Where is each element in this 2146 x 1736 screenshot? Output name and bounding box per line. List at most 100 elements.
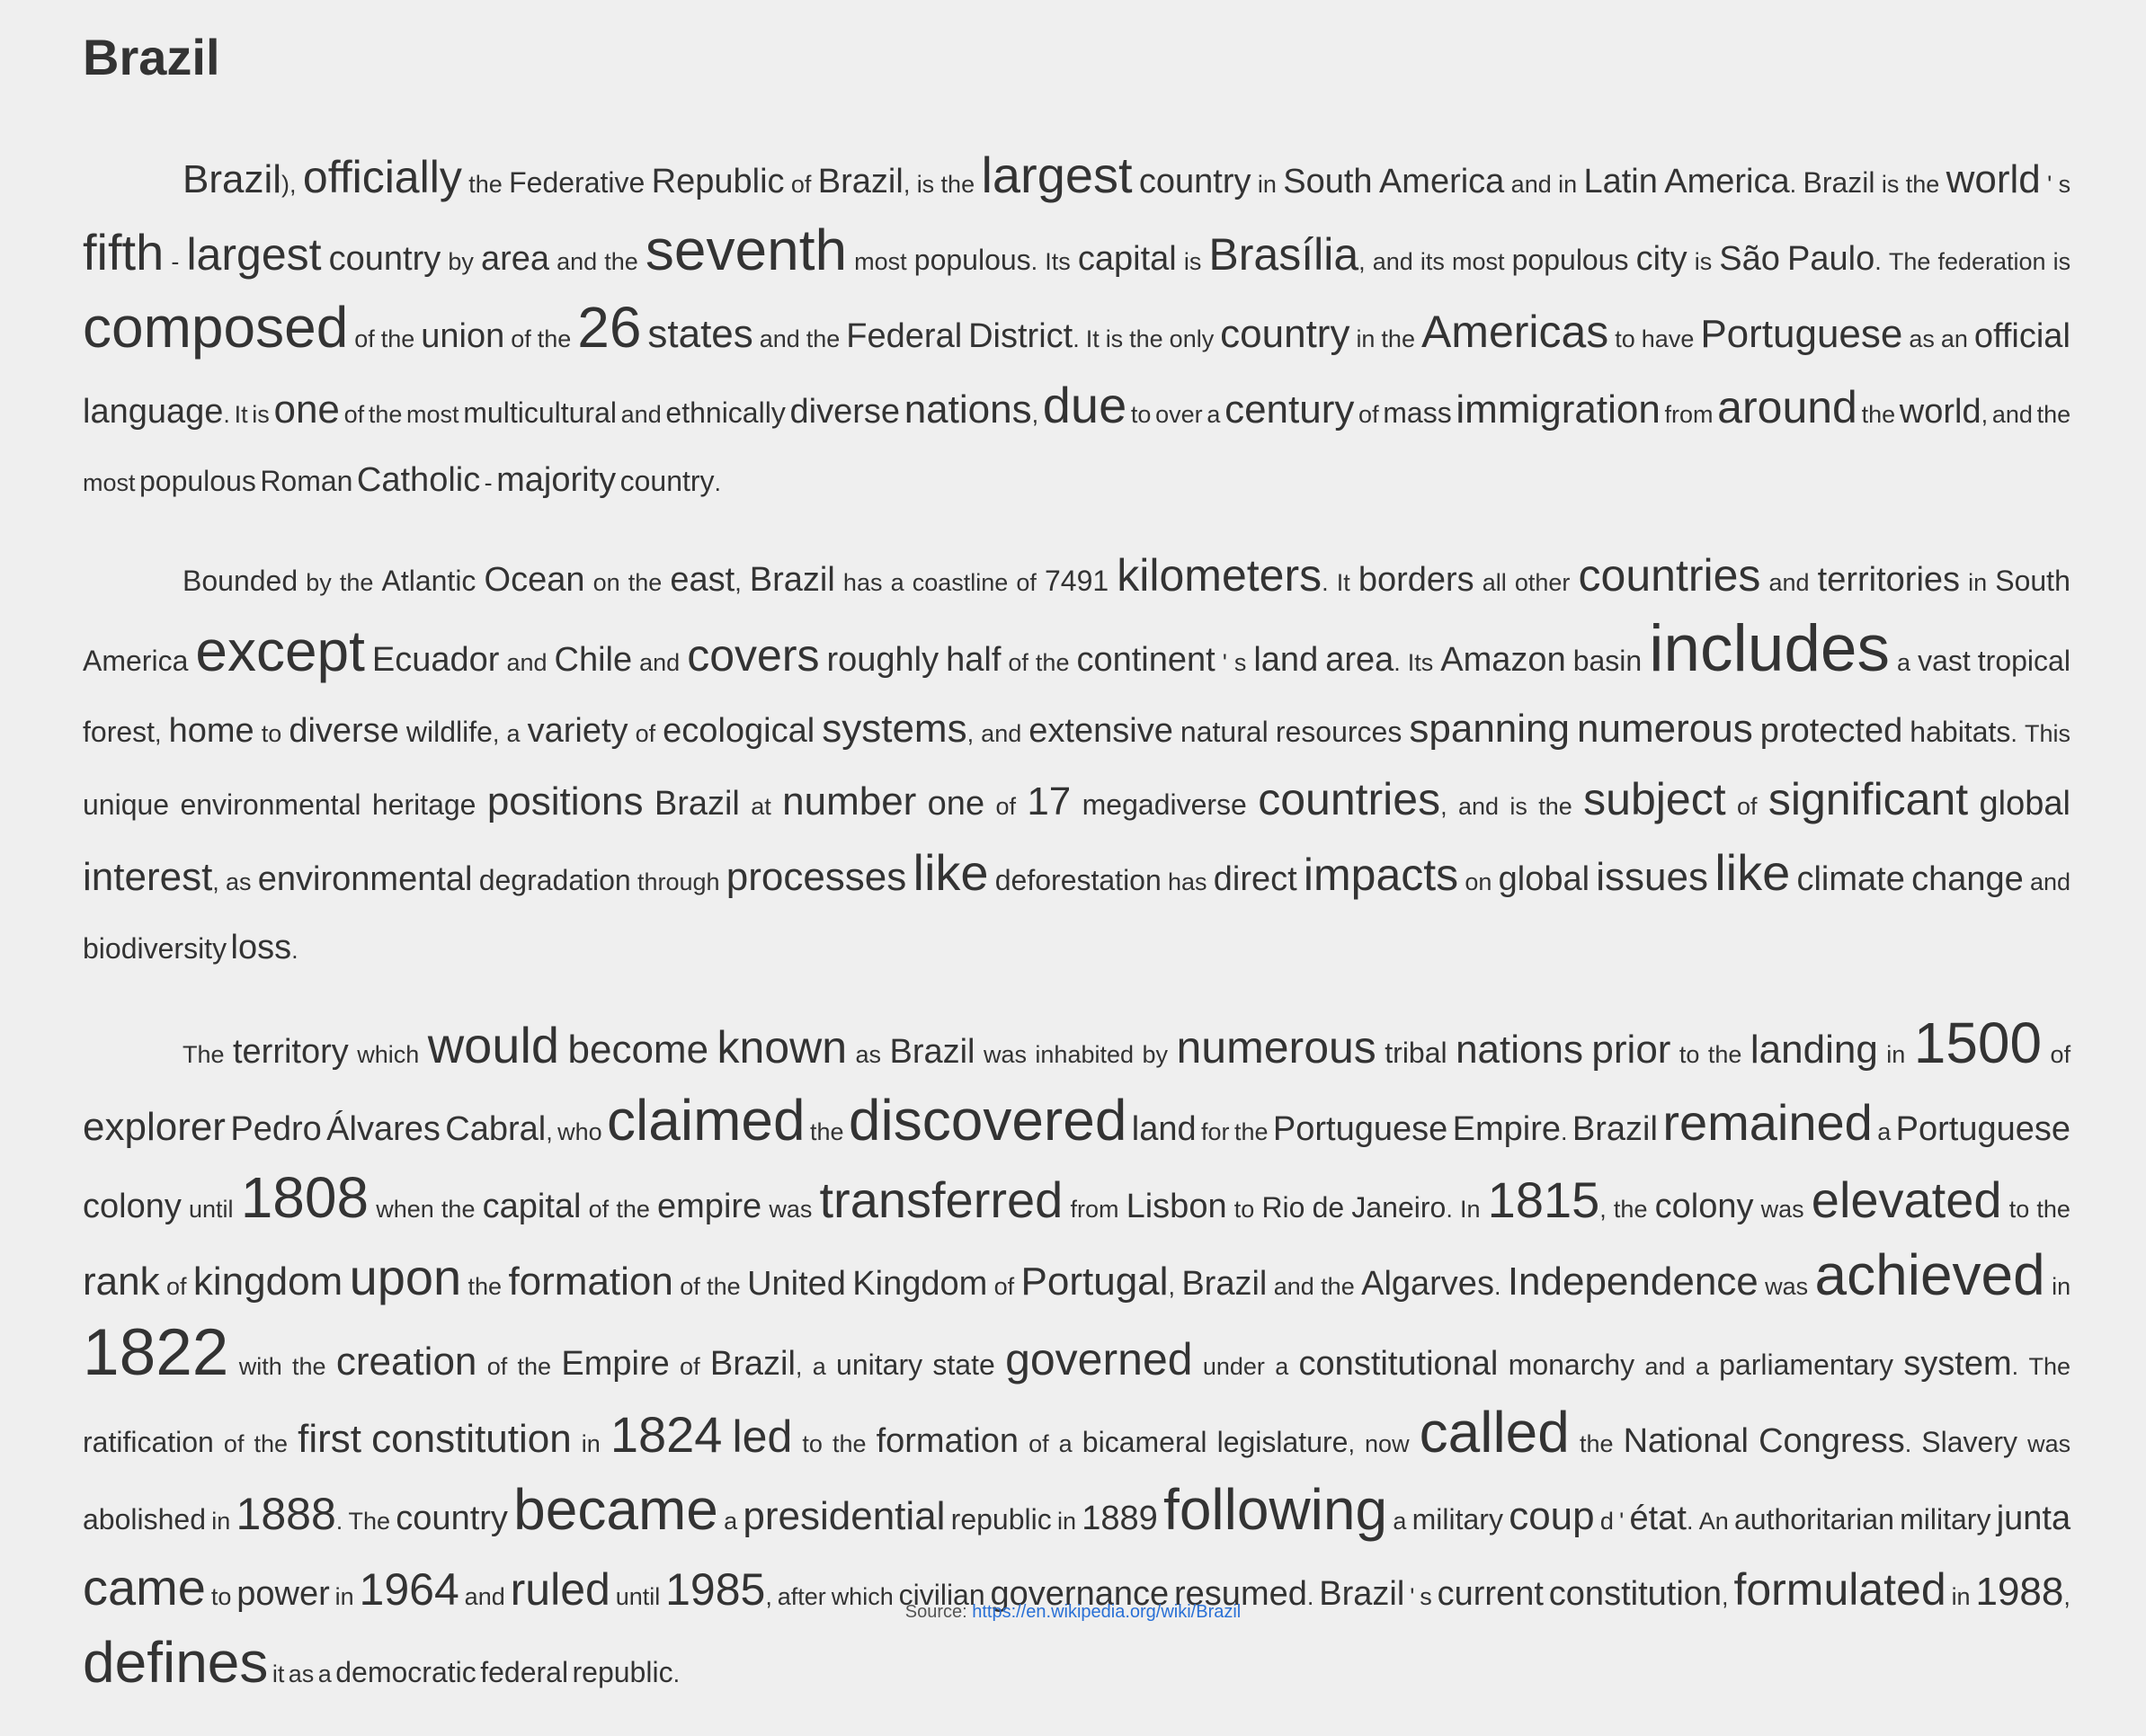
word: a — [812, 1353, 826, 1380]
word: of — [2050, 1041, 2071, 1068]
word: ratification — [83, 1426, 214, 1458]
word: discovered — [848, 1088, 1127, 1153]
word: until — [189, 1196, 234, 1223]
word: In — [1459, 1196, 1481, 1223]
word: the — [517, 1353, 552, 1380]
word: rank — [83, 1260, 160, 1304]
word: a — [1695, 1353, 1709, 1380]
word: includes — [1649, 612, 1891, 685]
word: Amazon — [1440, 641, 1566, 679]
word: in — [211, 1508, 231, 1535]
word: and — [1273, 1273, 1314, 1300]
word: . — [2010, 720, 2017, 747]
word: Brazil — [817, 163, 904, 200]
word: explorer — [83, 1105, 226, 1149]
word: global — [1498, 860, 1590, 898]
word: numerous — [1176, 1022, 1376, 1073]
word: The — [348, 1508, 391, 1535]
source-link[interactable]: https://en.wikipedia.org/wiki/Brazil — [972, 1602, 1241, 1622]
word: colony — [1654, 1188, 1754, 1225]
word: federal — [480, 1656, 569, 1688]
word: most — [406, 401, 459, 428]
word: number — [782, 779, 917, 823]
word: natural — [1180, 716, 1269, 748]
word: the — [1381, 325, 1415, 352]
word: . — [1073, 325, 1080, 352]
word: capital — [482, 1188, 582, 1225]
paragraph: Brazil), officially the Federative Repub… — [83, 144, 2070, 518]
word: significant — [1768, 774, 1969, 824]
word: creation — [335, 1340, 477, 1384]
word: official — [1973, 317, 2070, 355]
word: is — [1105, 325, 1124, 352]
word: formation — [876, 1422, 1019, 1460]
word: of — [995, 793, 1016, 820]
word: prior — [1591, 1028, 1671, 1072]
word: biodiversity — [83, 932, 227, 965]
word: 7491 — [1044, 565, 1109, 597]
word: have — [1641, 325, 1695, 352]
word: in — [2052, 1273, 2071, 1300]
word: the — [1613, 1196, 1648, 1223]
word: coup — [1509, 1494, 1595, 1538]
word: when — [376, 1196, 434, 1223]
word: Ecuador — [371, 641, 500, 679]
word: the — [832, 1430, 867, 1457]
word: parliamentary — [1719, 1349, 1893, 1381]
word: ethnically — [665, 396, 786, 429]
word: in — [1968, 569, 1988, 596]
word: megadiverse — [1082, 788, 1247, 821]
word: and — [759, 325, 800, 352]
word: the — [1861, 401, 1896, 428]
word: Brazil — [1181, 1265, 1268, 1303]
word: 1824 — [610, 1406, 723, 1463]
word: resources — [1275, 716, 1402, 748]
word: forest — [83, 716, 156, 748]
word: of — [1358, 401, 1379, 428]
word: loss — [230, 929, 292, 966]
word: a — [1393, 1508, 1407, 1535]
word: other — [1514, 569, 1571, 596]
word: The — [2028, 1353, 2070, 1380]
word: It — [1085, 325, 1100, 352]
word: is — [2053, 248, 2071, 275]
word: for — [1201, 1118, 1230, 1145]
word: Chile — [554, 641, 633, 679]
word: deforestation — [994, 864, 1162, 896]
word: defines — [83, 1630, 269, 1695]
word: on — [1465, 868, 1492, 895]
word: South — [1283, 163, 1373, 200]
word: of — [635, 720, 656, 747]
word: the — [339, 569, 374, 596]
word: of — [680, 1273, 700, 1300]
word: 1889 — [1082, 1500, 1158, 1537]
word: like — [913, 844, 989, 901]
word: to — [1130, 401, 1152, 428]
word: vast — [1918, 645, 1971, 677]
word: in — [1257, 171, 1277, 198]
word: covers — [687, 630, 820, 681]
word: seventh — [645, 218, 848, 282]
word: world — [1899, 393, 1981, 431]
word: Atlantic — [381, 565, 476, 597]
word: ecological — [663, 712, 815, 750]
word: , — [1440, 793, 1447, 820]
word: country — [396, 1500, 508, 1537]
word: junta — [1996, 1500, 2071, 1537]
word: the — [628, 569, 663, 596]
word: landing — [1750, 1028, 1878, 1072]
word: populous — [138, 465, 256, 497]
word: republic — [950, 1503, 1052, 1536]
word: numerous — [1577, 707, 1753, 751]
word: by — [448, 248, 474, 275]
word: and — [639, 649, 681, 676]
word: habitats — [1910, 716, 2011, 748]
word: It — [234, 401, 248, 428]
word: language — [83, 393, 224, 431]
word: countries — [1258, 774, 1441, 824]
word: country — [619, 465, 715, 497]
word: of — [165, 1273, 187, 1300]
word: in — [581, 1430, 601, 1457]
word: unitary — [836, 1349, 923, 1381]
word: of — [790, 171, 812, 198]
